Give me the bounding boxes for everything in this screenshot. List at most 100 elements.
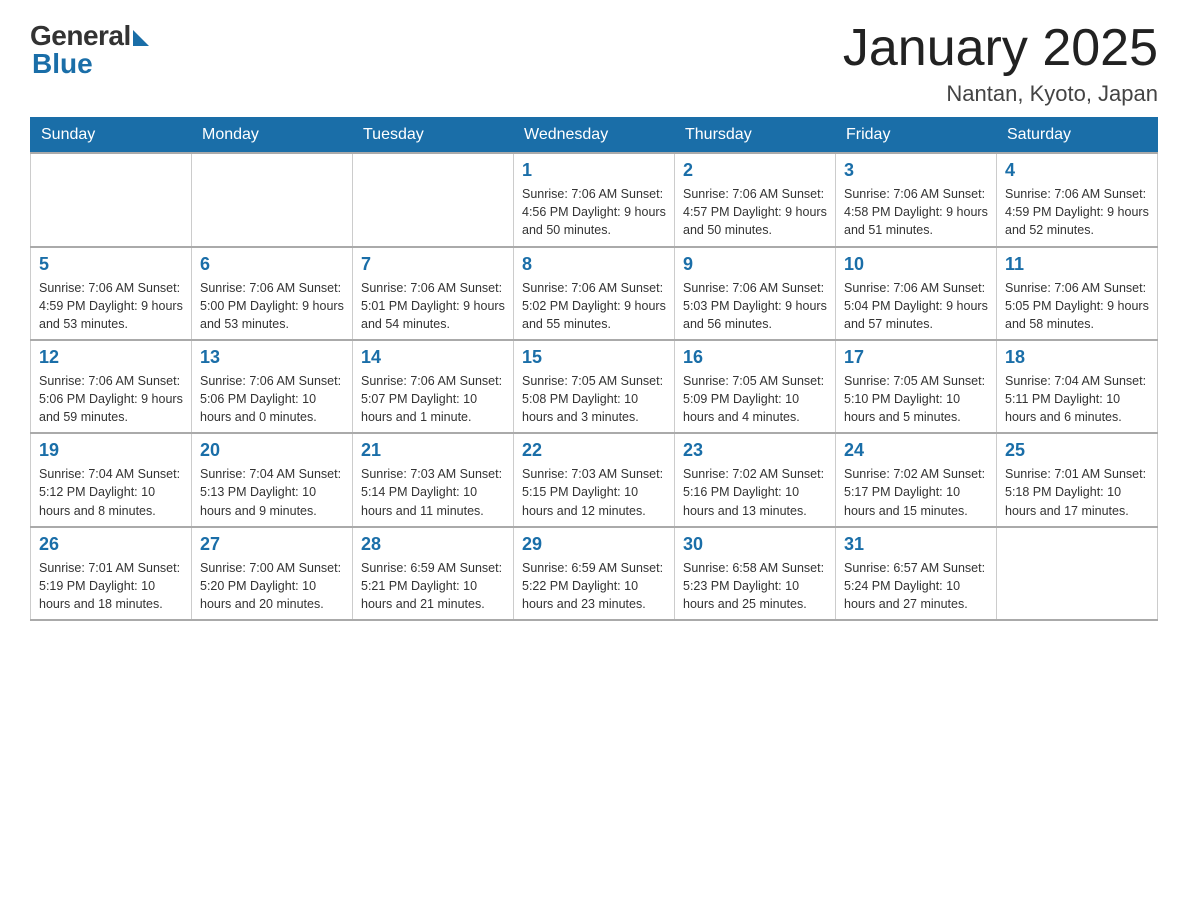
calendar-cell: 24 Sunrise: 7:02 AM Sunset: 5:17 PM Dayli… [836,433,997,526]
calendar-cell: 22Sunrise: 7:03 AM Sunset: 5:15 PM Dayli… [514,433,675,526]
calendar-cell: 31 Sunrise: 6:57 AM Sunset: 5:24 PM Dayli… [836,527,997,620]
logo: General Blue [30,20,149,80]
calendar-cell: 12 Sunrise: 7:06 AM Sunset: 5:06 PM Dayli… [31,340,192,433]
day-number: 16 [683,347,827,368]
day-info: Sunrise: 7:06 AM Sunset: 5:02 PM Dayligh… [522,279,666,333]
day-header-friday: Friday [836,118,997,154]
day-number: 14 [361,347,505,368]
calendar-cell: 9 Sunrise: 7:06 AM Sunset: 5:03 PM Daylig… [675,247,836,340]
calendar-cell: 28 Sunrise: 6:59 AM Sunset: 5:21 PM Dayli… [353,527,514,620]
day-number: 19 [39,440,183,461]
calendar-cell [31,153,192,246]
day-number: 21 [361,440,505,461]
day-number: 1 [522,160,666,181]
calendar-cell [997,527,1158,620]
day-info: Sunrise: 7:04 AM Sunset: 5:13 PM Dayligh… [200,465,344,519]
day-number: 29 [522,534,666,555]
day-number: 28 [361,534,505,555]
day-info: Sunrise: 7:02 AM Sunset: 5:17 PM Dayligh… [844,465,988,519]
calendar-cell: 23Sunrise: 7:02 AM Sunset: 5:16 PM Dayli… [675,433,836,526]
day-number: 6 [200,254,344,275]
day-number: 20 [200,440,344,461]
calendar-cell: 20 Sunrise: 7:04 AM Sunset: 5:13 PM Dayli… [192,433,353,526]
day-number: 12 [39,347,183,368]
calendar-table: SundayMondayTuesdayWednesdayThursdayFrid… [30,117,1158,621]
day-number: 27 [200,534,344,555]
day-number: 4 [1005,160,1149,181]
day-info: Sunrise: 7:06 AM Sunset: 4:59 PM Dayligh… [1005,185,1149,239]
day-info: Sunrise: 7:01 AM Sunset: 5:18 PM Dayligh… [1005,465,1149,519]
day-header-tuesday: Tuesday [353,118,514,154]
day-number: 18 [1005,347,1149,368]
day-info: Sunrise: 7:03 AM Sunset: 5:14 PM Dayligh… [361,465,505,519]
day-header-saturday: Saturday [997,118,1158,154]
day-number: 24 [844,440,988,461]
title-block: January 2025 Nantan, Kyoto, Japan [843,20,1158,107]
day-number: 11 [1005,254,1149,275]
day-info: Sunrise: 7:05 AM Sunset: 5:08 PM Dayligh… [522,372,666,426]
day-info: Sunrise: 6:58 AM Sunset: 5:23 PM Dayligh… [683,559,827,613]
calendar-week-row: 19Sunrise: 7:04 AM Sunset: 5:12 PM Dayli… [31,433,1158,526]
day-info: Sunrise: 7:06 AM Sunset: 5:06 PM Dayligh… [200,372,344,426]
calendar-week-row: 5Sunrise: 7:06 AM Sunset: 4:59 PM Daylig… [31,247,1158,340]
day-number: 25 [1005,440,1149,461]
day-header-wednesday: Wednesday [514,118,675,154]
calendar-week-row: 26 Sunrise: 7:01 AM Sunset: 5:19 PM Dayli… [31,527,1158,620]
day-header-thursday: Thursday [675,118,836,154]
day-number: 13 [200,347,344,368]
day-info: Sunrise: 7:06 AM Sunset: 4:57 PM Dayligh… [683,185,827,239]
day-info: Sunrise: 7:05 AM Sunset: 5:10 PM Dayligh… [844,372,988,426]
day-info: Sunrise: 7:06 AM Sunset: 4:56 PM Dayligh… [522,185,666,239]
day-number: 23 [683,440,827,461]
calendar-cell: 17 Sunrise: 7:05 AM Sunset: 5:10 PM Dayli… [836,340,997,433]
calendar-week-row: 1 Sunrise: 7:06 AM Sunset: 4:56 PM Daylig… [31,153,1158,246]
calendar-cell: 1 Sunrise: 7:06 AM Sunset: 4:56 PM Daylig… [514,153,675,246]
day-info: Sunrise: 7:06 AM Sunset: 5:06 PM Dayligh… [39,372,183,426]
calendar-cell: 3 Sunrise: 7:06 AM Sunset: 4:58 PM Daylig… [836,153,997,246]
day-info: Sunrise: 6:59 AM Sunset: 5:22 PM Dayligh… [522,559,666,613]
day-number: 8 [522,254,666,275]
day-number: 17 [844,347,988,368]
day-info: Sunrise: 6:57 AM Sunset: 5:24 PM Dayligh… [844,559,988,613]
calendar-cell: 4 Sunrise: 7:06 AM Sunset: 4:59 PM Daylig… [997,153,1158,246]
calendar-cell: 19Sunrise: 7:04 AM Sunset: 5:12 PM Dayli… [31,433,192,526]
day-info: Sunrise: 7:06 AM Sunset: 5:05 PM Dayligh… [1005,279,1149,333]
day-info: Sunrise: 7:06 AM Sunset: 4:58 PM Dayligh… [844,185,988,239]
day-header-monday: Monday [192,118,353,154]
day-info: Sunrise: 7:06 AM Sunset: 5:07 PM Dayligh… [361,372,505,426]
day-number: 10 [844,254,988,275]
day-info: Sunrise: 7:06 AM Sunset: 5:00 PM Dayligh… [200,279,344,333]
day-number: 26 [39,534,183,555]
calendar-cell: 16 Sunrise: 7:05 AM Sunset: 5:09 PM Dayli… [675,340,836,433]
day-info: Sunrise: 7:05 AM Sunset: 5:09 PM Dayligh… [683,372,827,426]
day-info: Sunrise: 7:01 AM Sunset: 5:19 PM Dayligh… [39,559,183,613]
logo-blue-text: Blue [32,48,93,80]
calendar-cell: 8 Sunrise: 7:06 AM Sunset: 5:02 PM Daylig… [514,247,675,340]
calendar-week-row: 12 Sunrise: 7:06 AM Sunset: 5:06 PM Dayli… [31,340,1158,433]
day-number: 30 [683,534,827,555]
logo-triangle-icon [133,30,149,46]
calendar-cell: 29 Sunrise: 6:59 AM Sunset: 5:22 PM Dayli… [514,527,675,620]
calendar-cell: 7Sunrise: 7:06 AM Sunset: 5:01 PM Daylig… [353,247,514,340]
day-info: Sunrise: 7:04 AM Sunset: 5:11 PM Dayligh… [1005,372,1149,426]
calendar-cell: 18 Sunrise: 7:04 AM Sunset: 5:11 PM Dayli… [997,340,1158,433]
calendar-cell: 27Sunrise: 7:00 AM Sunset: 5:20 PM Dayli… [192,527,353,620]
day-number: 15 [522,347,666,368]
day-number: 2 [683,160,827,181]
day-number: 31 [844,534,988,555]
calendar-cell: 14 Sunrise: 7:06 AM Sunset: 5:07 PM Dayli… [353,340,514,433]
day-number: 3 [844,160,988,181]
calendar-cell: 15 Sunrise: 7:05 AM Sunset: 5:08 PM Dayli… [514,340,675,433]
calendar-cell [353,153,514,246]
day-info: Sunrise: 7:06 AM Sunset: 5:01 PM Dayligh… [361,279,505,333]
location-label: Nantan, Kyoto, Japan [843,81,1158,107]
day-info: Sunrise: 6:59 AM Sunset: 5:21 PM Dayligh… [361,559,505,613]
day-number: 5 [39,254,183,275]
day-info: Sunrise: 7:06 AM Sunset: 5:03 PM Dayligh… [683,279,827,333]
calendar-header-row: SundayMondayTuesdayWednesdayThursdayFrid… [31,118,1158,154]
day-number: 9 [683,254,827,275]
page-header: General Blue January 2025 Nantan, Kyoto,… [30,20,1158,107]
calendar-cell: 30 Sunrise: 6:58 AM Sunset: 5:23 PM Dayli… [675,527,836,620]
calendar-cell [192,153,353,246]
calendar-cell: 21 Sunrise: 7:03 AM Sunset: 5:14 PM Dayli… [353,433,514,526]
